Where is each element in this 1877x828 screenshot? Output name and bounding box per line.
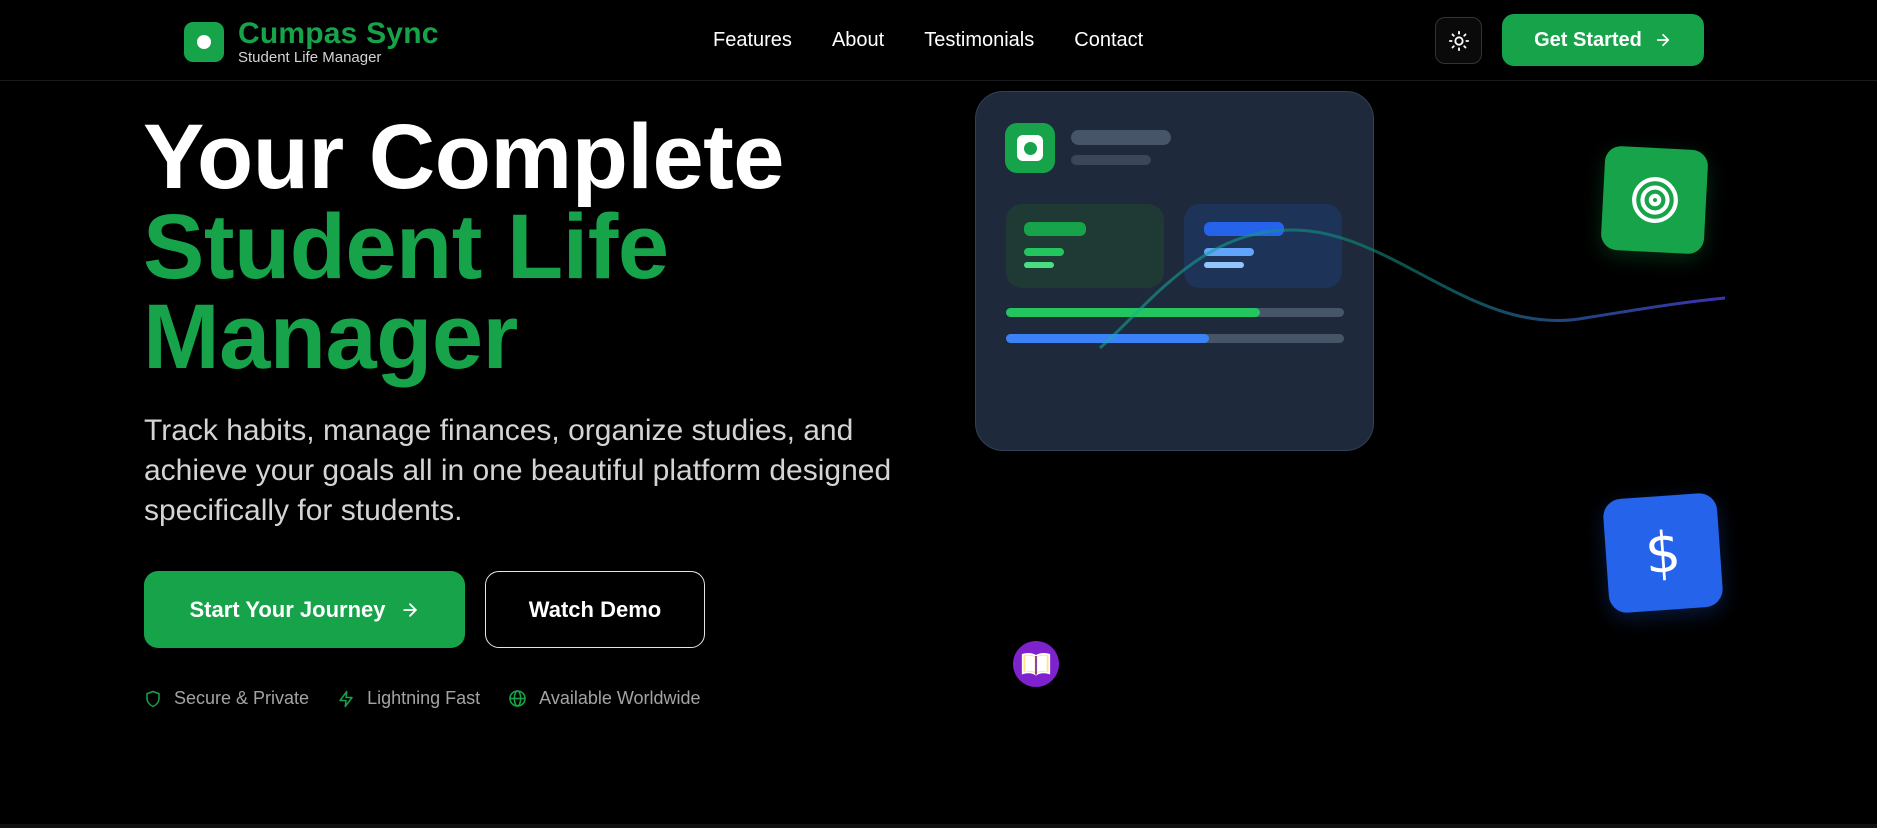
book-icon [1021,652,1051,676]
floating-dollar-badge: $ [1602,492,1724,614]
hero-title-line3: Manager [143,286,518,388]
brand-tagline: Student Life Manager [238,49,382,66]
nav-link-contact[interactable]: Contact [1074,26,1143,54]
brand-logo-icon [184,22,224,62]
brand[interactable]: Cumpas Sync Student Life Manager [184,18,439,66]
lightning-icon [339,690,353,707]
shield-icon [146,690,160,707]
start-journey-label: Start Your Journey [189,596,386,622]
globe-icon [509,690,526,707]
app-logo-icon [1005,123,1055,173]
feature-worldwide-label: Available Worldwide [539,688,701,708]
nav-link-about[interactable]: About [832,26,884,54]
hero-title-line1: Your Complete [143,106,784,208]
site-header: Cumpas Sync Student Life Manager Feature… [0,0,1877,81]
start-journey-button[interactable]: Start Your Journey [144,571,465,648]
dollar-icon: $ [1642,519,1684,587]
placeholder-line [1071,155,1151,165]
get-started-button[interactable]: Get Started [1502,14,1704,66]
theme-toggle-button[interactable] [1435,17,1482,64]
feature-worldwide: Available Worldwide [508,688,701,709]
hero-title: Your Complete Student Life Manager [143,106,784,388]
placeholder-line [1071,130,1171,145]
hero-title-line2: Student Life [143,196,669,298]
feature-secure-label: Secure & Private [174,688,310,708]
section-divider [0,824,1877,828]
nav-link-testimonials[interactable]: Testimonials [924,26,1034,54]
hero-description: Track habits, manage finances, organize … [144,414,892,527]
feature-fast-label: Lightning Fast [367,688,481,708]
target-icon [1631,177,1678,223]
nav-link-features[interactable]: Features [713,26,792,54]
arrow-right-icon [402,602,417,617]
feature-secure: Secure & Private [144,688,309,709]
feature-highlights: Secure & Private Lightning Fast Availabl… [144,688,729,709]
watch-demo-label: Watch Demo [528,596,662,622]
arrow-right-icon [1656,33,1669,47]
floating-book-badge [1013,641,1059,687]
watch-demo-button[interactable]: Watch Demo [485,571,705,648]
sun-icon [1448,30,1469,51]
feature-fast: Lightning Fast [337,688,480,709]
get-started-label: Get Started [1534,28,1642,51]
main-nav: Features About Testimonials Contact [713,26,1183,54]
floating-target-badge [1600,145,1709,255]
landing-page: Cumpas Sync Student Life Manager Feature… [0,0,1877,828]
brand-name: Cumpas Sync [238,17,439,50]
